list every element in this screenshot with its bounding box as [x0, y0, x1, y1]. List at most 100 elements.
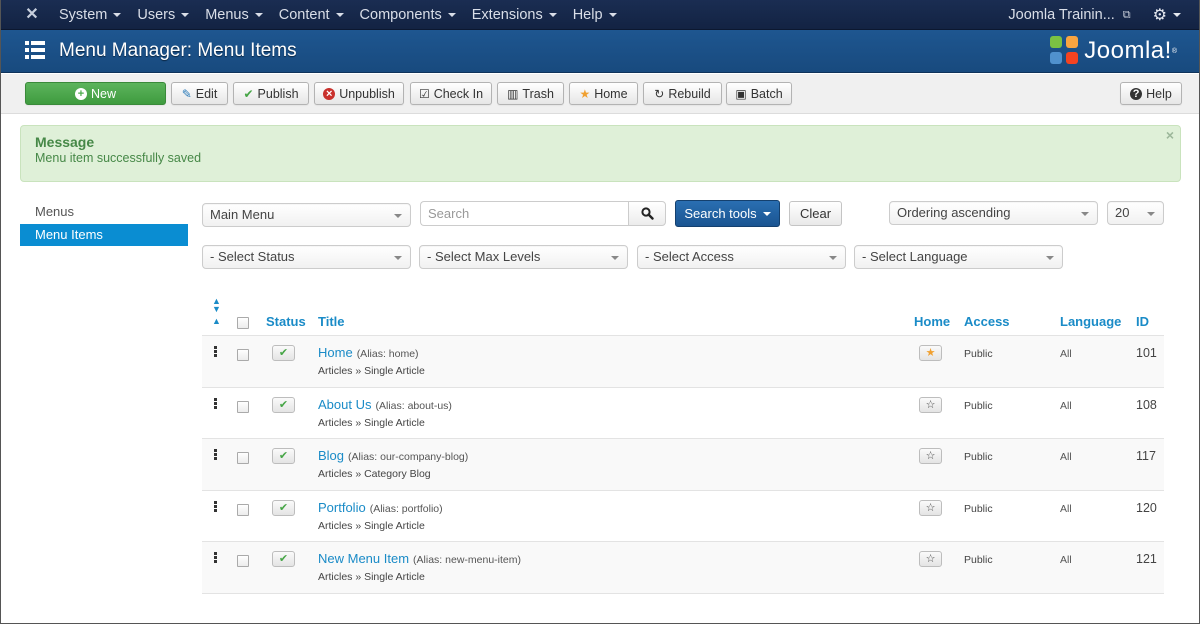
home-toggle[interactable]: ☆: [919, 551, 942, 567]
row-checkbox[interactable]: [237, 503, 249, 516]
title-cell: About Us (Alias: about-us): [318, 397, 452, 412]
item-title-link[interactable]: Home: [318, 345, 353, 360]
row-checkbox[interactable]: [237, 452, 249, 464]
home-button[interactable]: ★ Home: [569, 82, 638, 105]
item-title-link[interactable]: About Us: [318, 397, 371, 412]
menu-users[interactable]: Users: [129, 0, 197, 30]
drag-handle-icon[interactable]: [214, 397, 217, 410]
header-home[interactable]: Home: [914, 314, 950, 329]
item-alias: (Alias: home): [356, 348, 419, 360]
clear-button[interactable]: Clear: [789, 201, 842, 226]
home-toggle[interactable]: ☆: [919, 448, 942, 464]
caret-down-icon: [181, 13, 190, 17]
item-alias: (Alias: new-menu-item): [413, 554, 521, 566]
published-toggle[interactable]: ✔: [272, 396, 295, 413]
drag-handle-icon[interactable]: [214, 500, 217, 513]
home-toggle[interactable]: ★: [919, 345, 942, 361]
settings-menu[interactable]: ⚙: [1153, 5, 1181, 25]
item-title-link[interactable]: Blog: [318, 448, 344, 463]
limit-select[interactable]: 20: [1107, 201, 1164, 225]
site-link[interactable]: Joomla Trainin... ⧉: [1008, 7, 1130, 23]
new-button[interactable]: + New: [25, 82, 166, 105]
menu-extensions[interactable]: Extensions: [464, 0, 565, 30]
table-row: ✔ About Us (Alias: about-us) Articles » S…: [202, 388, 1164, 439]
header-title[interactable]: Title: [318, 314, 345, 329]
caret-down-icon: [1147, 212, 1155, 216]
select-value: Main Menu: [210, 207, 275, 222]
item-title-link[interactable]: New Menu Item: [318, 551, 409, 566]
published-toggle[interactable]: ✔: [272, 448, 295, 464]
language-select[interactable]: - Select Language: [854, 245, 1063, 269]
batch-button[interactable]: ▣ Batch: [726, 82, 792, 105]
row-checkbox[interactable]: [237, 555, 249, 567]
sort-icon[interactable]: ▲ ▼: [212, 297, 221, 314]
edit-button[interactable]: ✎ Edit: [171, 82, 228, 105]
check-icon: ✔: [243, 86, 254, 101]
table-row: ✔ Portfolio (Alias: portfolio) Articles »…: [202, 491, 1164, 542]
registered-mark: ®: [1171, 47, 1177, 55]
search-input[interactable]: Search: [420, 201, 629, 226]
header-language[interactable]: Language: [1060, 314, 1121, 329]
menu-system[interactable]: System: [51, 0, 129, 30]
help-button[interactable]: ? Help: [1120, 82, 1182, 105]
item-title-link[interactable]: Portfolio: [318, 500, 366, 515]
sidebar-item-menus[interactable]: Menus: [20, 201, 188, 223]
star-outline-icon: ☆: [925, 398, 936, 411]
caret-down-icon: [829, 256, 837, 260]
row-checkbox[interactable]: [237, 349, 249, 361]
home-toggle[interactable]: ☆: [919, 396, 942, 413]
drag-handle-icon[interactable]: [214, 552, 217, 564]
menu-menus[interactable]: Menus: [197, 0, 271, 30]
header-id[interactable]: ID: [1136, 314, 1149, 329]
unpublish-button[interactable]: × Unpublish: [314, 82, 404, 105]
item-alias: (Alias: about-us): [375, 399, 452, 412]
search-icon: [640, 207, 654, 220]
sidebar-item-menu-items[interactable]: Menu Items: [20, 224, 188, 246]
select-value: 20: [1115, 205, 1130, 220]
select-all-checkbox[interactable]: [237, 317, 249, 329]
search-tools-button[interactable]: Search tools: [675, 200, 780, 227]
max-levels-select[interactable]: - Select Max Levels: [419, 245, 628, 269]
table-header: ▲ ▼ ▲ Status Title Home Access Language I…: [202, 292, 1164, 336]
menu-label: System: [59, 7, 108, 23]
language-cell: All: [1060, 502, 1072, 515]
button-label: Help: [1146, 86, 1172, 101]
home-toggle[interactable]: ☆: [919, 499, 942, 516]
button-label: Search tools: [684, 206, 757, 221]
drag-handle-icon[interactable]: [214, 449, 217, 461]
joomla-logo-icon: [1050, 36, 1080, 66]
close-icon[interactable]: ×: [1166, 127, 1174, 143]
trash-button[interactable]: ▥ Trash: [497, 82, 564, 105]
menu-help[interactable]: Help: [565, 0, 625, 30]
message-text: Menu item successfully saved: [35, 151, 202, 165]
status-select[interactable]: - Select Status: [202, 245, 411, 269]
ordering-select[interactable]: Ordering ascending: [889, 201, 1098, 225]
list-icon: [25, 41, 45, 59]
sort-ascending-icon[interactable]: ▲: [212, 316, 221, 326]
button-label: Batch: [750, 86, 783, 101]
x-circle-icon: ×: [323, 87, 336, 100]
drag-handle-icon[interactable]: [214, 346, 217, 358]
publish-button[interactable]: ✔ Publish: [233, 82, 309, 105]
check-in-button[interactable]: ☑ Check In: [410, 82, 492, 105]
search-button[interactable]: [628, 201, 666, 226]
row-checkbox[interactable]: [237, 400, 249, 413]
rebuild-button[interactable]: ↻ Rebuild: [643, 82, 722, 105]
menu-components[interactable]: Components: [352, 0, 464, 30]
published-toggle[interactable]: ✔: [272, 499, 295, 516]
header-status[interactable]: Status: [266, 314, 306, 329]
item-type: Articles » Single Article: [318, 519, 425, 532]
caret-down-icon: [394, 256, 402, 260]
menu-content[interactable]: Content: [271, 0, 352, 30]
check-icon: ✔: [278, 501, 289, 514]
header-access[interactable]: Access: [964, 314, 1010, 329]
joomla-icon[interactable]: ✕: [23, 6, 41, 24]
published-toggle[interactable]: ✔: [272, 551, 295, 567]
caret-down-icon: [611, 256, 619, 260]
language-cell: All: [1060, 399, 1072, 412]
menu-select[interactable]: Main Menu: [202, 203, 411, 227]
access-select[interactable]: - Select Access: [637, 245, 846, 269]
published-toggle[interactable]: ✔: [272, 345, 295, 361]
menu-label: Users: [137, 7, 176, 23]
button-label: Unpublish: [339, 86, 395, 101]
